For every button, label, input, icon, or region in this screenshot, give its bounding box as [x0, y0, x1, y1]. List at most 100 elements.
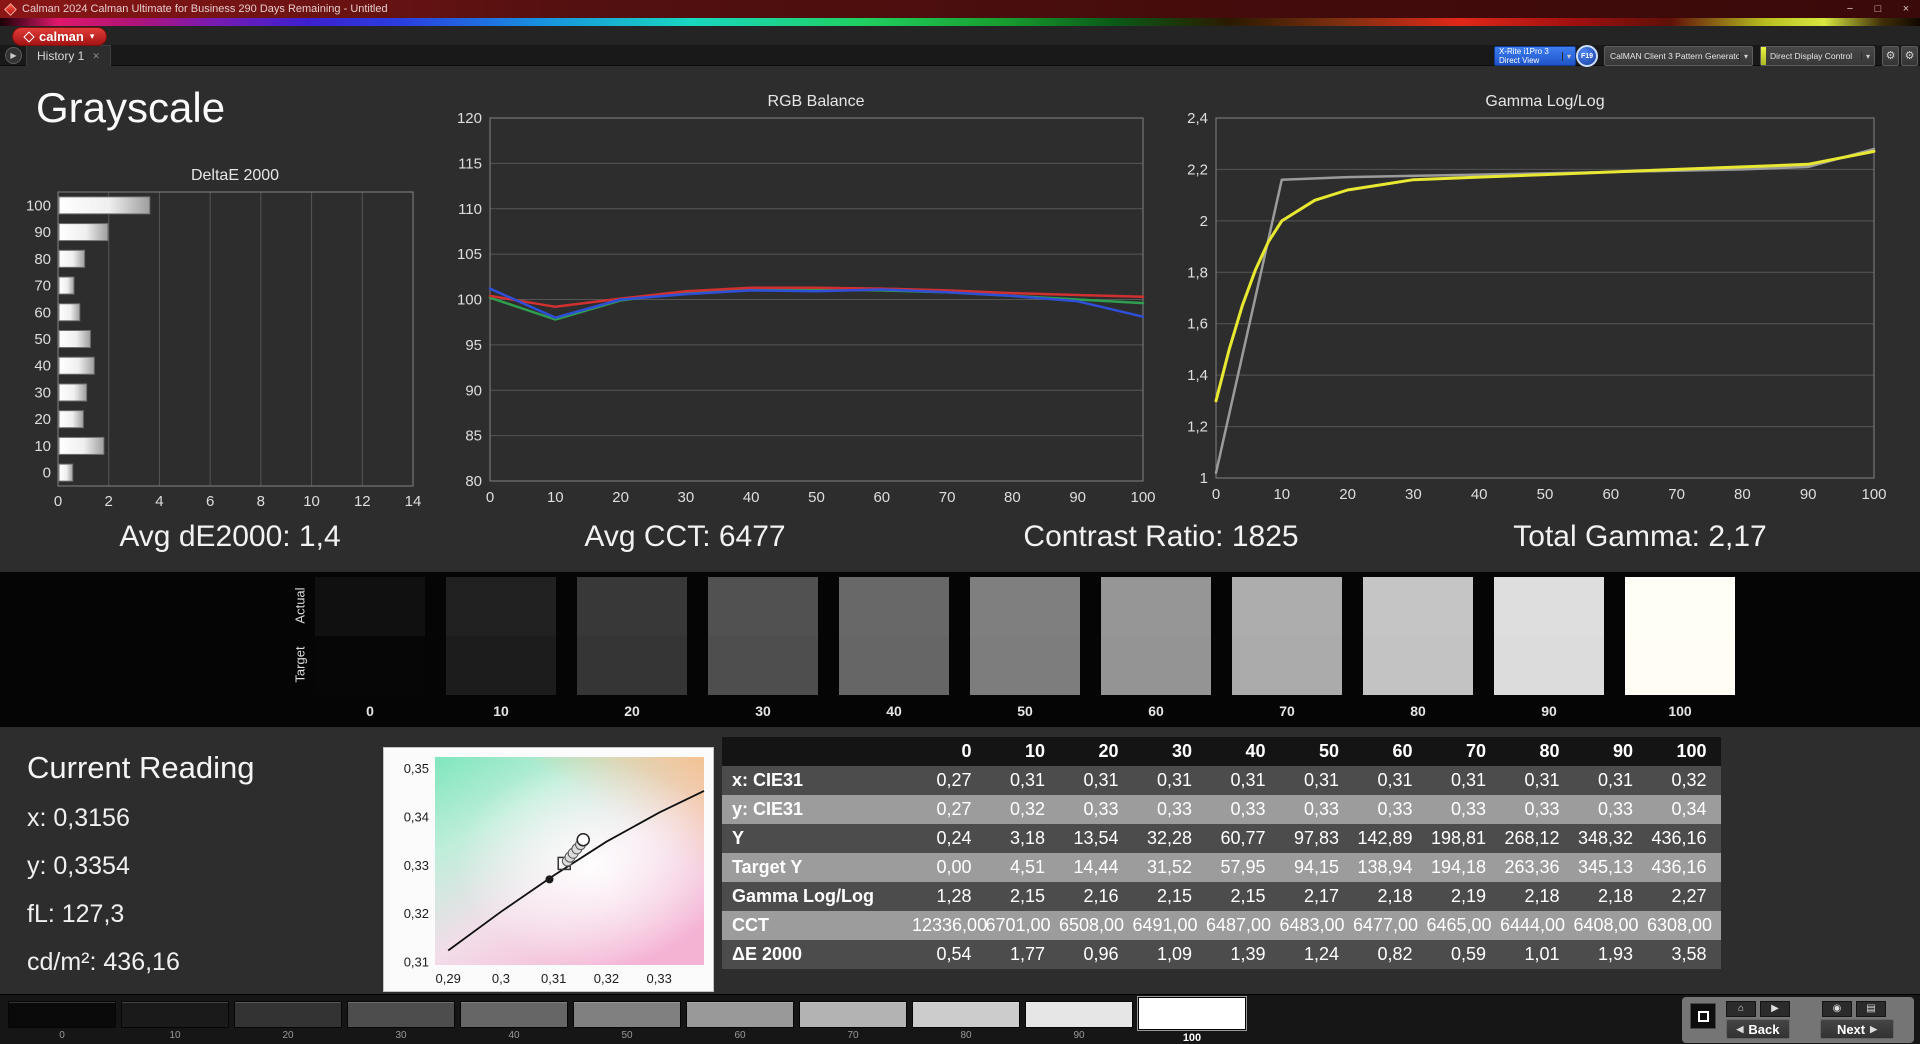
next-button[interactable]: Next ▶ — [1820, 1019, 1894, 1039]
pattern-generator-label: CalMAN Client 3 Pattern Generator — [1610, 51, 1739, 61]
tick-label: 20 — [34, 411, 51, 428]
tick-label: 70 — [34, 278, 51, 295]
swatch-target — [446, 636, 556, 695]
swatch-actual — [1232, 577, 1342, 636]
grid-icon-button[interactable]: ▤ — [1856, 1001, 1886, 1017]
calman-window: Calman 2024 Calman Ultimate for Business… — [0, 0, 1920, 1044]
table-cell: 0,31 — [1500, 766, 1574, 795]
pattern-swatch[interactable] — [686, 1001, 794, 1028]
reading-x: x: 0,3156 — [27, 804, 130, 832]
pattern-swatch[interactable] — [1025, 1001, 1133, 1028]
table-cell: 0,33 — [1573, 795, 1647, 824]
grayscale-swatch: 50 — [970, 577, 1080, 719]
tab-label: History 1 — [37, 49, 85, 63]
pattern-swatch[interactable] — [912, 1001, 1020, 1028]
minimize-button[interactable]: − — [1836, 3, 1864, 15]
window-icon — [1697, 1010, 1709, 1022]
plot-frame — [57, 191, 414, 487]
play-icon: ▶ — [1771, 1003, 1779, 1014]
table-cell: 0,31 — [985, 766, 1059, 795]
pattern-button-40[interactable]: 40 — [460, 995, 568, 1041]
table-cell: 1,09 — [1132, 940, 1206, 969]
pattern-swatch[interactable] — [460, 1001, 568, 1028]
grid-icon: ▤ — [1866, 1003, 1876, 1014]
table-cell: 0,34 — [1647, 795, 1721, 824]
actual-axis-label: Actual — [292, 587, 308, 624]
title-bar: Calman 2024 Calman Ultimate for Business… — [0, 0, 1920, 18]
deltae-bar — [58, 196, 151, 215]
pattern-label: 30 — [395, 1030, 407, 1041]
chevron-down-icon: ▾ — [1860, 51, 1874, 61]
pattern-swatch[interactable] — [1138, 997, 1246, 1030]
home-icon-button[interactable]: ⌂ — [1726, 1001, 1756, 1017]
pattern-generator-select-button[interactable]: CalMAN Client 3 Pattern Generator ▾ — [1604, 46, 1753, 66]
pattern-label: 20 — [282, 1030, 294, 1041]
table-cell: 1,01 — [1500, 940, 1574, 969]
swatch-actual — [315, 577, 425, 636]
table-row-label: Target Y — [722, 853, 912, 882]
pattern-button-60[interactable]: 60 — [686, 995, 794, 1041]
tick-label: 12 — [354, 493, 371, 510]
grayscale-swatch: 30 — [708, 577, 818, 719]
swatch-label: 100 — [1668, 703, 1692, 719]
back-button[interactable]: ◀ Back — [1726, 1019, 1790, 1039]
pattern-button-10[interactable]: 10 — [121, 995, 229, 1041]
meter-select-button[interactable]: X-Rite i1Pro 3 Direct View ▾ — [1494, 46, 1576, 66]
series-target — [1214, 147, 1876, 475]
tab-close-icon[interactable]: ✕ — [92, 51, 100, 62]
reading-cdm2: cd/m²: 436,16 — [27, 948, 180, 976]
camera-icon-button[interactable]: ◉ — [1822, 1001, 1852, 1017]
pattern-swatch[interactable] — [121, 1001, 229, 1028]
target-axis-label: Target — [292, 646, 308, 683]
swatch-label: 70 — [1279, 703, 1295, 719]
pattern-button-90[interactable]: 90 — [1025, 995, 1133, 1041]
table-row-label: Y — [722, 824, 912, 853]
history-panel-toggle[interactable]: ▶ — [5, 47, 22, 64]
pattern-swatch[interactable] — [573, 1001, 681, 1028]
pattern-button-80[interactable]: 80 — [912, 995, 1020, 1041]
settings-gear-button[interactable]: ⚙ — [1882, 46, 1899, 66]
tab-history-1[interactable]: History 1 ✕ — [26, 45, 111, 66]
table-cell: 14,44 — [1059, 853, 1133, 882]
table-cell: 1,28 — [912, 882, 986, 911]
pattern-button-70[interactable]: 70 — [799, 995, 907, 1041]
close-button[interactable]: × — [1892, 3, 1920, 15]
pattern-button-100[interactable]: 100 — [1138, 995, 1246, 1044]
pattern-button-30[interactable]: 30 — [347, 995, 455, 1041]
table-col-header: 100 — [1647, 737, 1721, 766]
swatch-target — [1232, 636, 1342, 695]
table-cell: 6491,00 — [1132, 911, 1206, 940]
pattern-window-button[interactable] — [1690, 1003, 1716, 1029]
display-control-select-button[interactable]: Direct Display Control ▾ — [1760, 46, 1875, 66]
pattern-button-20[interactable]: 20 — [234, 995, 342, 1041]
window-controls: − □ × — [1836, 3, 1920, 15]
maximize-button[interactable]: □ — [1864, 3, 1892, 15]
table-cell: 1,24 — [1279, 940, 1353, 969]
pattern-swatch[interactable] — [347, 1001, 455, 1028]
app-icon — [4, 2, 17, 16]
swatch-target — [1101, 636, 1211, 695]
pattern-button-50[interactable]: 50 — [573, 995, 681, 1041]
pattern-swatch[interactable] — [8, 1001, 116, 1028]
next-arrow-icon: ▶ — [1870, 1023, 1878, 1034]
swatch-target — [1494, 636, 1604, 695]
current-point-marker — [576, 832, 590, 847]
pattern-swatch[interactable] — [799, 1001, 907, 1028]
tick-label: 40 — [743, 489, 760, 506]
table-cell: 6508,00 — [1059, 911, 1133, 940]
tick-label: 0,35 — [404, 761, 429, 776]
swatch-actual — [1494, 577, 1604, 636]
grayscale-swatches: 0 10 20 30 40 50 60 70 80 90 100 — [315, 577, 1735, 719]
workflow-settings-button[interactable]: ⚙ — [1901, 46, 1918, 66]
current-reading-title: Current Reading — [27, 750, 255, 785]
table-cell: 436,16 — [1647, 853, 1721, 882]
play-icon-button[interactable]: ▶ — [1760, 1001, 1790, 1017]
deltae-bar — [58, 436, 105, 455]
pattern-button-0[interactable]: 0 — [8, 995, 116, 1041]
calman-menu-button[interactable]: calman ▾ — [12, 27, 108, 46]
pattern-swatch[interactable] — [234, 1001, 342, 1028]
tick-label: 1 — [1200, 470, 1208, 487]
chart-title: RGB Balance — [768, 93, 865, 110]
table-cell: 0,54 — [912, 940, 986, 969]
table-cell: 6408,00 — [1573, 911, 1647, 940]
